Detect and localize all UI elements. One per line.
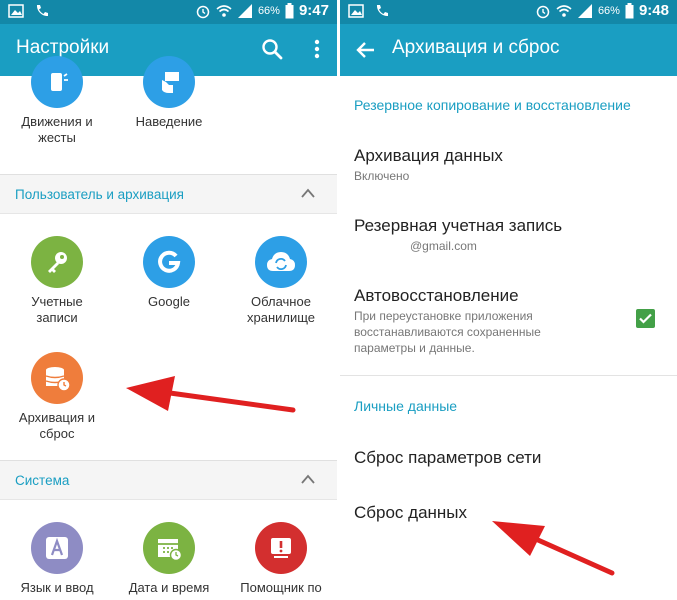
- grid-item-language[interactable]: Язык и ввод: [2, 522, 112, 596]
- grid-item-label: Наведение: [135, 114, 203, 129]
- category-backup-restore: Резервное копирование и восстановление: [354, 97, 631, 113]
- gallery-notification-icon: [8, 4, 24, 18]
- app-bar: Архивация и сброс: [340, 24, 677, 76]
- wifi-icon: [556, 4, 572, 17]
- grid-item-air-view[interactable]: Наведение: [114, 56, 224, 130]
- grid-item-label: Учетные записи: [31, 294, 83, 325]
- grid-item-google[interactable]: Google: [114, 236, 224, 310]
- phone-call-icon: [376, 5, 388, 17]
- backup-reset-screen: 66% 9:48 Архивация и сброс Резервное коп…: [340, 0, 677, 600]
- grid-item-label: Дата и время: [128, 580, 210, 595]
- battery-icon: [625, 2, 634, 18]
- grid-item-label: Помощник по: [240, 580, 322, 595]
- chevron-up-icon[interactable]: [301, 474, 315, 484]
- motions-icon: [31, 56, 83, 108]
- grid-item-label: Архивация и сброс: [18, 410, 96, 441]
- grid-item-device-assistant[interactable]: Помощник по: [226, 522, 336, 596]
- alarm-icon: [536, 5, 550, 18]
- calendar-clock-icon: [143, 522, 195, 574]
- back-arrow-icon[interactable]: [354, 38, 378, 62]
- battery-percent: 66%: [597, 4, 620, 17]
- signal-icon: [237, 3, 252, 18]
- battery-percent: 66%: [257, 4, 280, 17]
- auto-restore-checkbox[interactable]: [636, 309, 655, 328]
- grid-item-backup-reset[interactable]: Архивация и сброс: [2, 352, 112, 442]
- battery-icon: [285, 2, 294, 18]
- clock: 9:47: [298, 2, 329, 19]
- clock: 9:48: [638, 2, 669, 19]
- backup-data-status: Включено: [354, 169, 410, 183]
- section-header-user-backup[interactable]: Пользователь и архивация: [0, 174, 337, 214]
- section-title: Система: [15, 473, 70, 488]
- backup-data-title[interactable]: Архивация данных: [354, 146, 503, 166]
- cloud-sync-icon: [255, 236, 307, 288]
- alarm-icon: [196, 5, 210, 18]
- grid-item-motions[interactable]: Движения и жесты: [2, 56, 112, 146]
- section-header-system[interactable]: Система: [0, 460, 337, 500]
- checkmark-icon: [639, 313, 652, 324]
- backup-account-title[interactable]: Резервная учетная запись: [354, 216, 562, 236]
- grid-item-label: Язык и ввод: [20, 580, 94, 595]
- factory-reset-item[interactable]: Сброс данных: [354, 503, 467, 523]
- grid-item-label: Google: [148, 294, 190, 309]
- gallery-notification-icon: [348, 4, 364, 18]
- page-title: Архивация и сброс: [392, 37, 560, 58]
- network-reset-item[interactable]: Сброс параметров сети: [354, 448, 541, 468]
- divider: [340, 375, 677, 376]
- more-options-icon[interactable]: [313, 38, 321, 60]
- grid-item-date-time[interactable]: Дата и время: [114, 522, 224, 596]
- chevron-up-icon[interactable]: [301, 188, 315, 198]
- database-restore-icon: [31, 352, 83, 404]
- alert-icon: [255, 522, 307, 574]
- key-icon: [31, 236, 83, 288]
- auto-restore-description: При переустановке приложения восстанавли…: [354, 309, 541, 355]
- status-bar: 66% 9:47: [0, 0, 337, 24]
- air-view-icon: [143, 56, 195, 108]
- wifi-icon: [216, 4, 232, 17]
- section-title: Пользователь и архивация: [15, 187, 184, 202]
- settings-list: Движения и жесты Наведение Пользователь …: [0, 56, 337, 600]
- grid-item-accounts[interactable]: Учетные записи: [2, 236, 112, 326]
- category-personal-data: Личные данные: [354, 398, 458, 414]
- grid-item-label: Движения и жесты: [21, 114, 93, 145]
- settings-screen: 66% 9:47 Настройки Движения и жесты Наве…: [0, 0, 337, 600]
- language-icon: [31, 522, 83, 574]
- grid-item-label: Облачное хранилище: [246, 294, 316, 325]
- search-icon[interactable]: [261, 38, 283, 60]
- phone-call-icon: [36, 5, 48, 17]
- grid-item-cloud[interactable]: Облачное хранилище: [226, 236, 336, 326]
- google-icon: [143, 236, 195, 288]
- auto-restore-title[interactable]: Автовосстановление: [354, 286, 519, 306]
- backup-account-email: @gmail.com: [410, 239, 477, 253]
- backup-reset-list: Резервное копирование и восстановление А…: [340, 76, 677, 600]
- signal-icon: [577, 3, 592, 18]
- status-bar: 66% 9:48: [340, 0, 677, 24]
